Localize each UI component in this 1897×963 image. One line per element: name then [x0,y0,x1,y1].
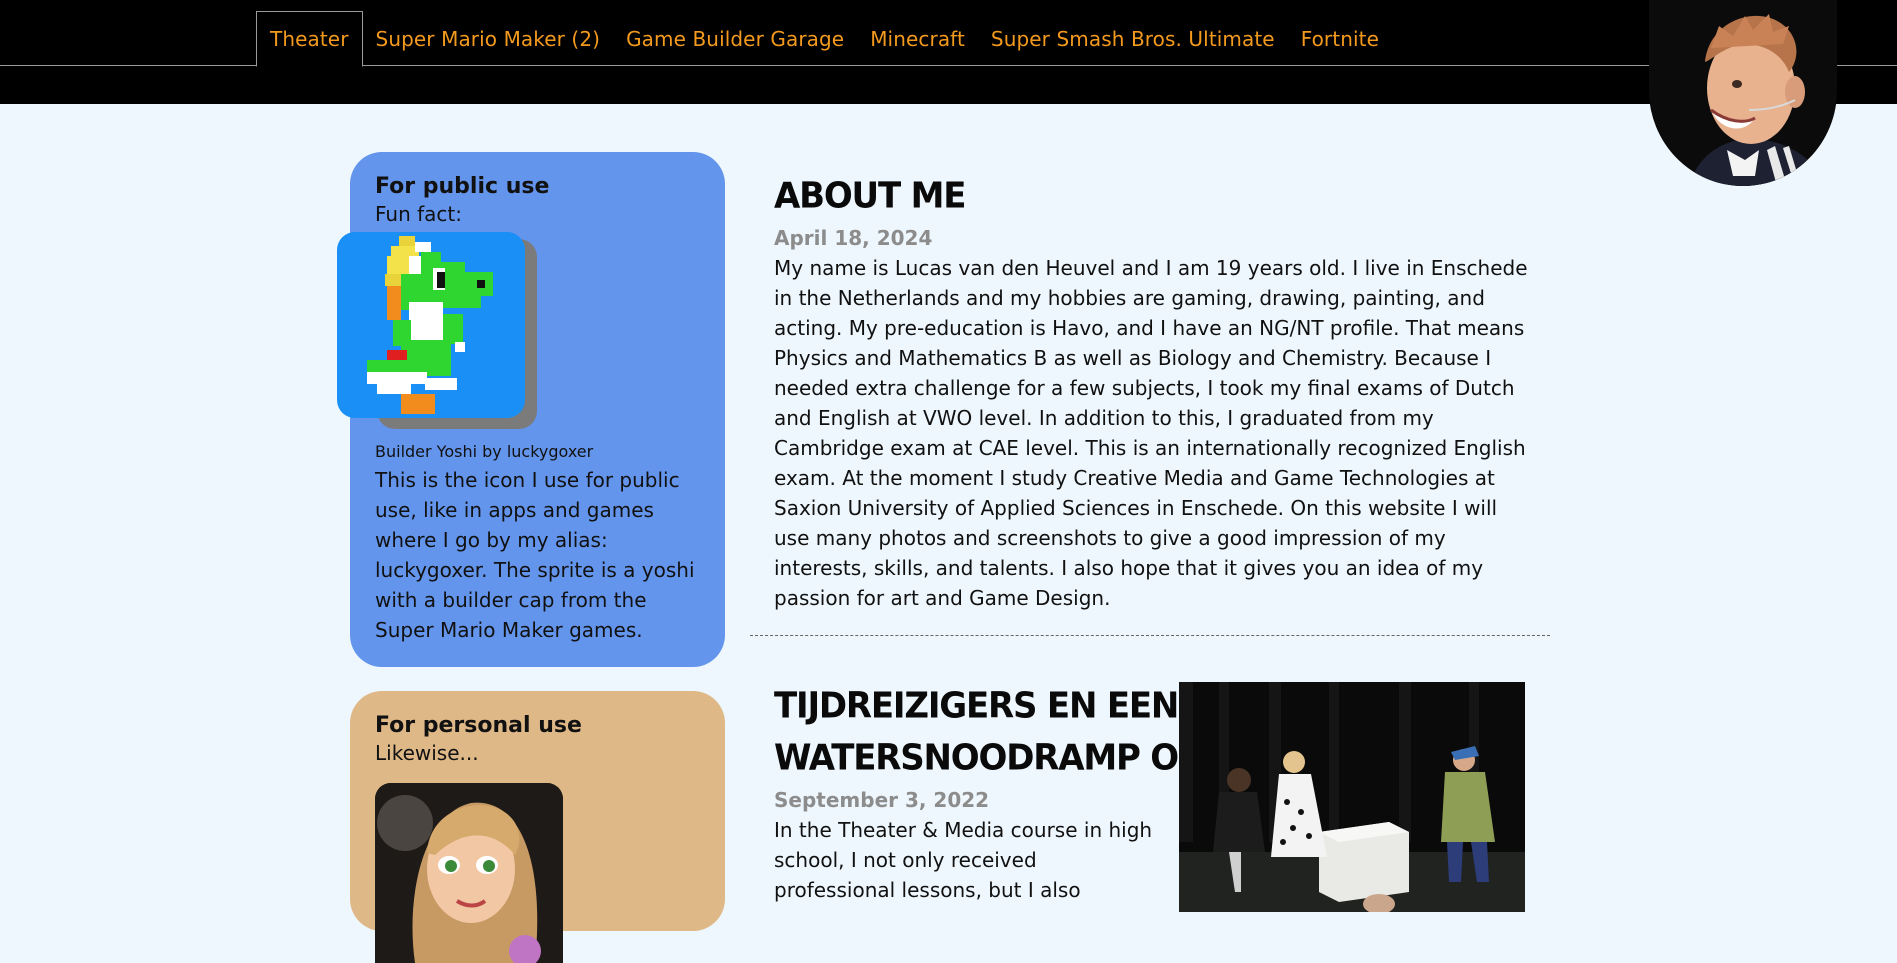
nav-tabs: Theater Super Mario Maker (2) Game Build… [256,11,1392,67]
post-date: April 18, 2024 [774,226,933,250]
tab-minecraft[interactable]: Minecraft [857,11,978,66]
icon-caption: Builder Yoshi by luckygoxer [375,442,594,461]
card-subheading: Fun fact: [375,202,462,226]
personal-icon-image [375,783,563,963]
card-subheading: Likewise... [375,741,479,765]
personal-use-card: For personal use Likewise... [350,691,725,963]
post-body: My name is Lucas van den Heuvel and I am… [774,256,1528,610]
tab-theater[interactable]: Theater [256,11,363,67]
tab-game-builder-garage[interactable]: Game Builder Garage [613,11,857,66]
tab-super-smash-bros-ultimate[interactable]: Super Smash Bros. Ultimate [978,11,1288,66]
post-date: September 3, 2022 [774,788,990,812]
card-heading: For public use [375,174,550,199]
tab-fortnite[interactable]: Fortnite [1288,11,1392,66]
post-title-line-1: Tijdreizigers en een [774,685,1179,727]
post-title: About me [774,175,966,217]
theater-photo [1179,682,1525,912]
profile-avatar [1649,0,1837,186]
builder-yoshi-icon [337,232,525,418]
card-heading: For personal use [375,713,582,738]
public-use-card: For public use Fun fact: Builder Yoshi b… [337,152,725,667]
post-divider [750,635,1550,636]
tab-super-mario-maker[interactable]: Super Mario Maker (2) [363,11,614,66]
post-body: In the Theater & Media course in high sc… [774,818,1153,902]
card-description: This is the icon I use for public use, l… [375,468,695,642]
top-navigation-bar: Theater Super Mario Maker (2) Game Build… [0,0,1897,104]
profile-photo [1649,0,1837,186]
